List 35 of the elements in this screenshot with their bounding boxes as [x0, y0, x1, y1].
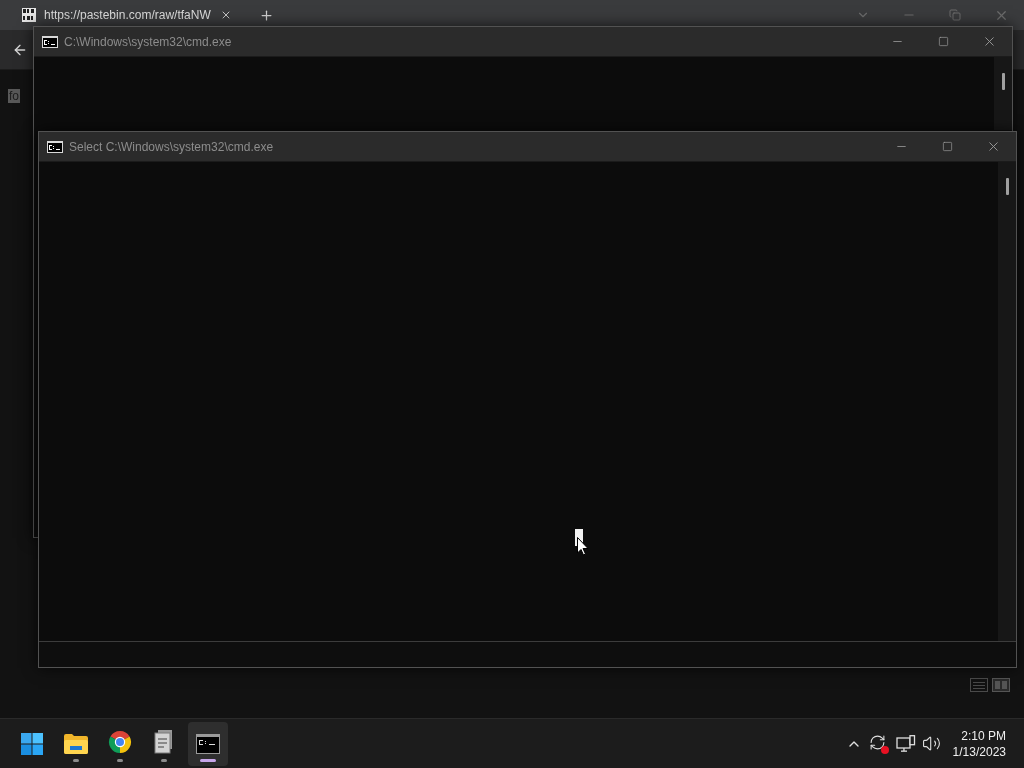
page-view-icon[interactable] — [992, 678, 1010, 692]
windows-logo-icon — [21, 732, 43, 755]
running-indicator-icon — [117, 758, 123, 762]
network-monitor-icon[interactable] — [895, 734, 916, 753]
running-indicator-icon — [73, 758, 79, 762]
console-icon — [42, 35, 58, 48]
vertical-scrollbar[interactable] — [998, 162, 1016, 641]
page-text: fo — [8, 89, 20, 103]
console-icon — [47, 140, 63, 153]
maximize-icon — [937, 36, 949, 47]
vertical-scrollbar[interactable] — [994, 57, 1012, 130]
scrollbar-thumb[interactable] — [1001, 73, 1005, 90]
window-title: Select C:\Windows\system32\cmd.exe — [69, 138, 274, 156]
document-stack-icon — [154, 729, 174, 754]
volume-icon[interactable] — [921, 734, 941, 753]
clock-time: 2:10 PM — [961, 727, 1006, 744]
terminal-icon — [196, 733, 220, 754]
running-indicator-icon — [161, 758, 167, 762]
maximize-icon — [941, 141, 953, 152]
scrollbar-thumb[interactable] — [1005, 178, 1009, 195]
horizontal-scrollbar[interactable] — [39, 641, 1016, 667]
mouse-pointer-icon — [577, 537, 589, 556]
browser-tab[interactable]: https://pastebin.com/raw/tfaNW — [22, 3, 211, 27]
clock-date: 1/13/2023 — [952, 743, 1006, 760]
binary-file-icon — [22, 8, 36, 22]
list-view-icon[interactable] — [970, 678, 988, 692]
restore-icon — [949, 9, 961, 21]
sync-icon[interactable] — [868, 733, 889, 754]
browser-icon — [108, 729, 132, 754]
plus-icon — [259, 7, 275, 23]
window-title: C:\Windows\system32\cmd.exe — [64, 33, 232, 51]
clock[interactable]: 2:10 PM 1/13/2023 — [952, 727, 1006, 760]
folder-icon — [64, 733, 88, 754]
taskbar-app-button[interactable] — [188, 721, 228, 766]
active-indicator-icon — [200, 758, 216, 762]
